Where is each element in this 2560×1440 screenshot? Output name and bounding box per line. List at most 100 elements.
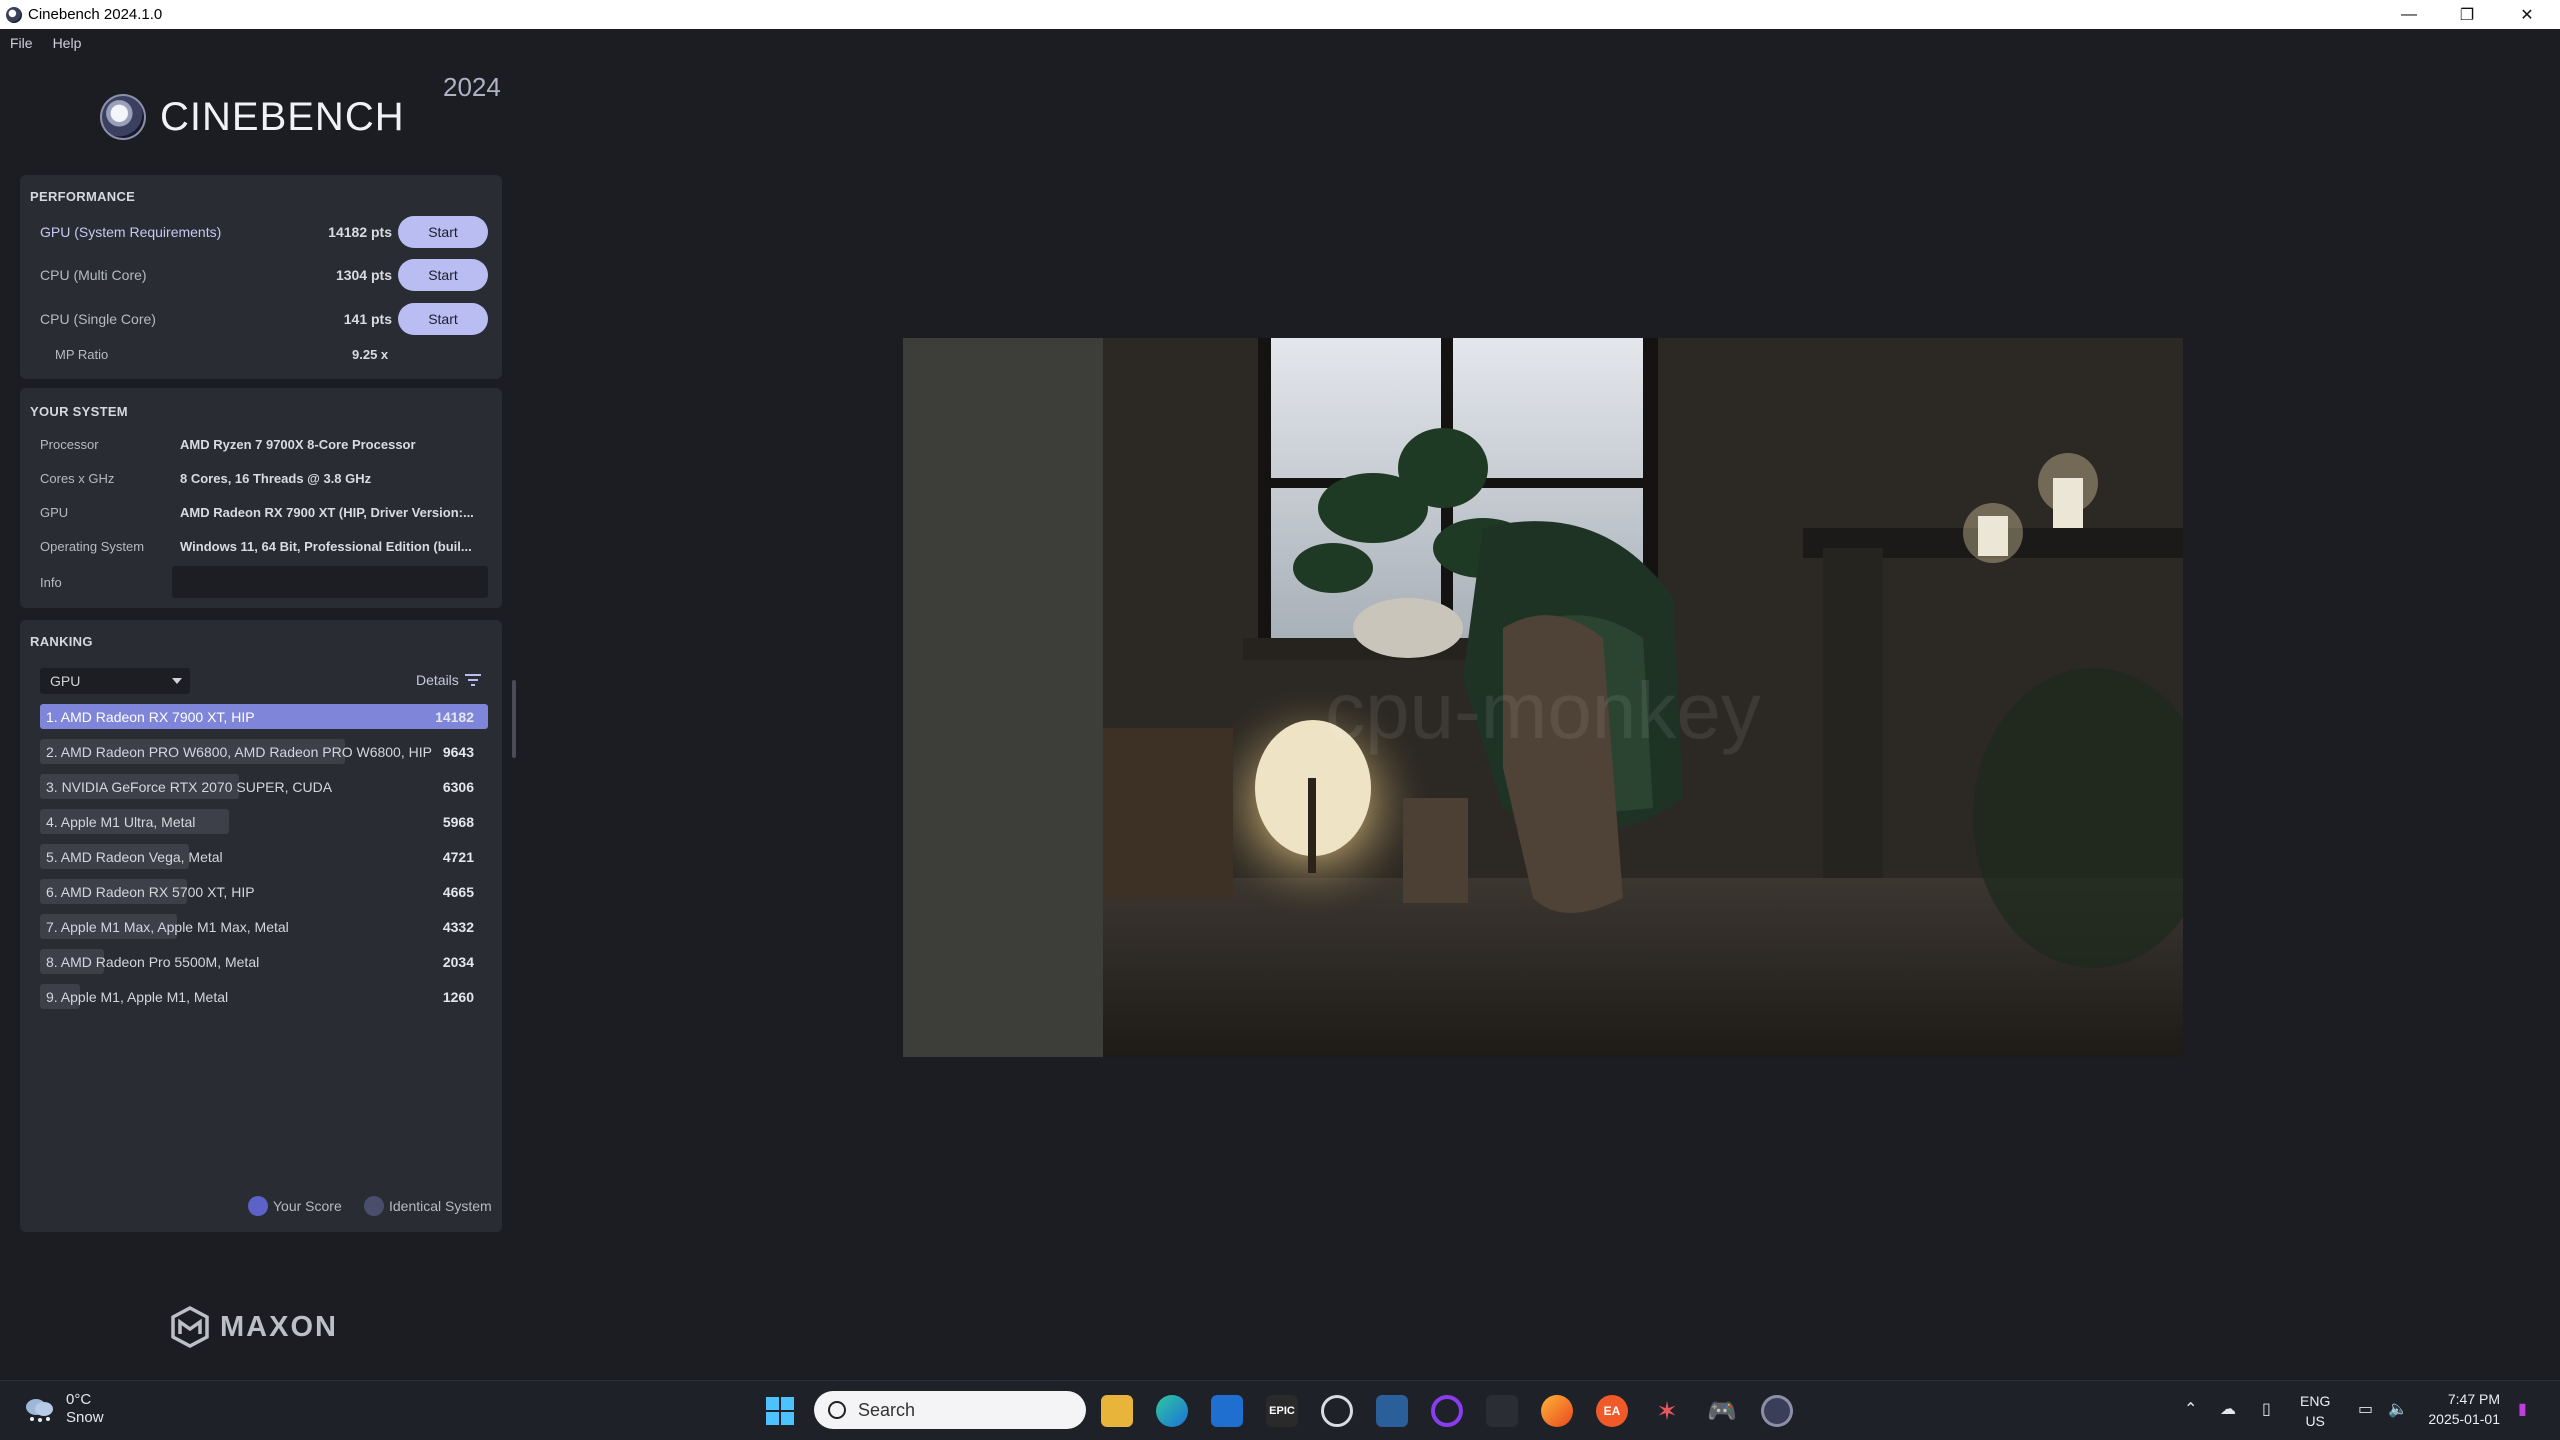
info-label: Info	[40, 575, 62, 590]
performance-panel: PERFORMANCE GPU (System Requirements) 14…	[20, 175, 502, 379]
file-explorer-icon[interactable]	[1101, 1395, 1133, 1427]
processor-label: Processor	[40, 437, 99, 452]
language-indicator[interactable]: ENG US	[2300, 1391, 2330, 1431]
ubisoft-icon[interactable]	[1321, 1395, 1353, 1427]
ranking-type-dropdown[interactable]: GPU	[40, 668, 190, 694]
render-preview-image: cpu-monkey	[903, 338, 2183, 1057]
processor-value: AMD Ryzen 7 9700X 8-Core Processor	[180, 437, 416, 452]
clock-date: 2025-01-01	[2428, 1411, 2500, 1427]
watermark-text: cpu-monkey	[1325, 666, 1761, 755]
os-label: Operating System	[40, 539, 145, 554]
ranking-row[interactable]: 9. Apple M1, Apple M1, Metal 1260	[40, 984, 488, 1009]
maxon-logo-icon	[171, 1306, 209, 1348]
details-button[interactable]: Details	[416, 672, 481, 688]
gpu-test-label: GPU (System Requirements)	[40, 224, 222, 240]
taskbar: 0°C Snow Search EPIC EA ✶ 🎮 ⌃ ☁ ▯ ENG US…	[0, 1380, 2560, 1440]
ranking-score: 4332	[442, 919, 474, 935]
usb-icon[interactable]: ▯	[2262, 1399, 2271, 1419]
snow-cloud-icon	[26, 1399, 53, 1422]
title-bar: Cinebench 2024.1.0 — ❐ ✕	[0, 0, 2560, 29]
show-hidden-icons[interactable]: ⌃	[2184, 1399, 2197, 1419]
onedrive-icon[interactable]: ☁	[2220, 1399, 2236, 1419]
ranking-gpu-name: 5. AMD Radeon Vega, Metal	[46, 849, 223, 865]
weather-widget[interactable]: 0°C Snow	[22, 1391, 104, 1427]
outlook-icon[interactable]	[1211, 1395, 1243, 1427]
ranking-gpu-name: 6. AMD Radeon RX 5700 XT, HIP	[46, 884, 255, 900]
ranking-row[interactable]: 4. Apple M1 Ultra, Metal 5968	[40, 809, 488, 834]
ranking-row[interactable]: 2. AMD Radeon PRO W6800, AMD Radeon PRO …	[40, 739, 488, 764]
lang-bottom: US	[2305, 1413, 2325, 1429]
minimize-button[interactable]: —	[2380, 0, 2438, 29]
mp-ratio-label: MP Ratio	[55, 347, 109, 362]
ranking-title: RANKING	[30, 634, 93, 649]
ranking-gpu-name: 3. NVIDIA GeForce RTX 2070 SUPER, CUDA	[46, 779, 333, 795]
menu-file[interactable]: File	[0, 35, 43, 51]
menu-help[interactable]: Help	[43, 35, 92, 51]
ranking-score: 4721	[442, 849, 474, 865]
cores-label: Cores x GHz	[40, 471, 115, 486]
ranking-list: 1. AMD Radeon RX 7900 XT, HIP 14182 2. AMD…	[40, 704, 488, 1019]
windows-start-icon[interactable]	[764, 1395, 796, 1427]
gpu-label: GPU	[40, 505, 69, 520]
steam-icon[interactable]	[1376, 1395, 1408, 1427]
window-title: Cinebench 2024.1.0	[28, 6, 163, 23]
info-field[interactable]	[172, 566, 488, 598]
legend-your-score-label: Your Score	[273, 1198, 342, 1214]
gpu-start-button[interactable]: Start	[398, 216, 488, 248]
epic-games-icon[interactable]: EPIC	[1266, 1395, 1298, 1427]
lang-top: ENG	[2300, 1393, 2331, 1409]
mp-ratio-value: 9.25 x	[352, 347, 389, 362]
cpu-multi-start-button[interactable]: Start	[398, 259, 488, 291]
ranking-panel: RANKING GPU Details 1. AMD Radeon RX 790…	[20, 620, 502, 1232]
cinebench-taskbar-icon[interactable]	[1761, 1395, 1793, 1427]
network-icon[interactable]: ▭	[2358, 1399, 2373, 1419]
chart-bars-icon[interactable]	[1486, 1395, 1518, 1427]
taskbar-search[interactable]: Search	[814, 1391, 1086, 1429]
gamepad-icon[interactable]: 🎮	[1706, 1395, 1738, 1427]
volume-icon[interactable]: 🔈	[2388, 1399, 2408, 1419]
search-placeholder: Search	[858, 1399, 916, 1420]
legend-identical-label: Identical System	[389, 1198, 492, 1214]
clock[interactable]: 7:47 PM 2025-01-01	[2412, 1389, 2500, 1429]
cpu-single-start-button[interactable]: Start	[398, 303, 488, 335]
ranking-row[interactable]: 7. Apple M1 Max, Apple M1 Max, Metal 4332	[40, 914, 488, 939]
cinebench-app-icon	[6, 6, 22, 23]
circle-app-icon[interactable]	[1431, 1395, 1463, 1427]
your-score-dot	[248, 1196, 268, 1216]
ranking-gpu-name: 4. Apple M1 Ultra, Metal	[46, 814, 196, 830]
chevron-down-icon	[172, 678, 182, 684]
ranking-scrollbar[interactable]	[512, 680, 516, 758]
weather-temp: 0°C	[66, 1391, 92, 1408]
maximize-button[interactable]: ❐	[2438, 0, 2496, 29]
firefox-icon[interactable]	[1541, 1395, 1573, 1427]
edge-browser-icon[interactable]	[1156, 1395, 1188, 1427]
gpu-score: 14182 pts	[328, 224, 392, 240]
ranking-row[interactable]: 3. NVIDIA GeForce RTX 2070 SUPER, CUDA 63…	[40, 774, 488, 799]
star-app-icon[interactable]: ✶	[1651, 1395, 1683, 1427]
cpu-single-label: CPU (Single Core)	[40, 311, 156, 327]
ranking-score: 2034	[442, 954, 474, 970]
ranking-row[interactable]: 1. AMD Radeon RX 7900 XT, HIP 14182	[40, 704, 488, 729]
ranking-row[interactable]: 8. AMD Radeon Pro 5500M, Metal 2034	[40, 949, 488, 974]
os-value: Windows 11, 64 Bit, Professional Edition…	[180, 539, 472, 554]
dropdown-value: GPU	[50, 673, 81, 689]
ranking-row[interactable]: 5. AMD Radeon Vega, Metal 4721	[40, 844, 488, 869]
logo-text: CINEBENCH	[160, 94, 405, 139]
logo-year: 2024	[443, 72, 501, 102]
maxon-logo: MAXON	[170, 1306, 338, 1348]
cinebench-logo-icon	[100, 94, 146, 140]
notification-bell-icon[interactable]: ▮	[2518, 1399, 2527, 1419]
gpu-value: AMD Radeon RX 7900 XT (HIP, Driver Versi…	[180, 505, 474, 520]
cpu-multi-score: 1304 pts	[335, 267, 392, 283]
clock-time: 7:47 PM	[2447, 1391, 2500, 1407]
your-system-panel: YOUR SYSTEM Processor AMD Ryzen 7 9700X …	[20, 388, 502, 608]
ranking-row[interactable]: 6. AMD Radeon RX 5700 XT, HIP 4665	[40, 879, 488, 904]
ranking-gpu-name: 7. Apple M1 Max, Apple M1 Max, Metal	[46, 919, 289, 935]
ranking-score: 5968	[442, 814, 474, 830]
legend-identical-system: Identical System	[364, 1196, 492, 1216]
ranking-gpu-name: 9. Apple M1, Apple M1, Metal	[46, 989, 229, 1005]
ea-app-icon[interactable]: EA	[1596, 1395, 1628, 1427]
close-button[interactable]: ✕	[2498, 0, 2556, 29]
ranking-gpu-name: 8. AMD Radeon Pro 5500M, Metal	[46, 954, 260, 970]
cores-value: 8 Cores, 16 Threads @ 3.8 GHz	[180, 471, 372, 486]
